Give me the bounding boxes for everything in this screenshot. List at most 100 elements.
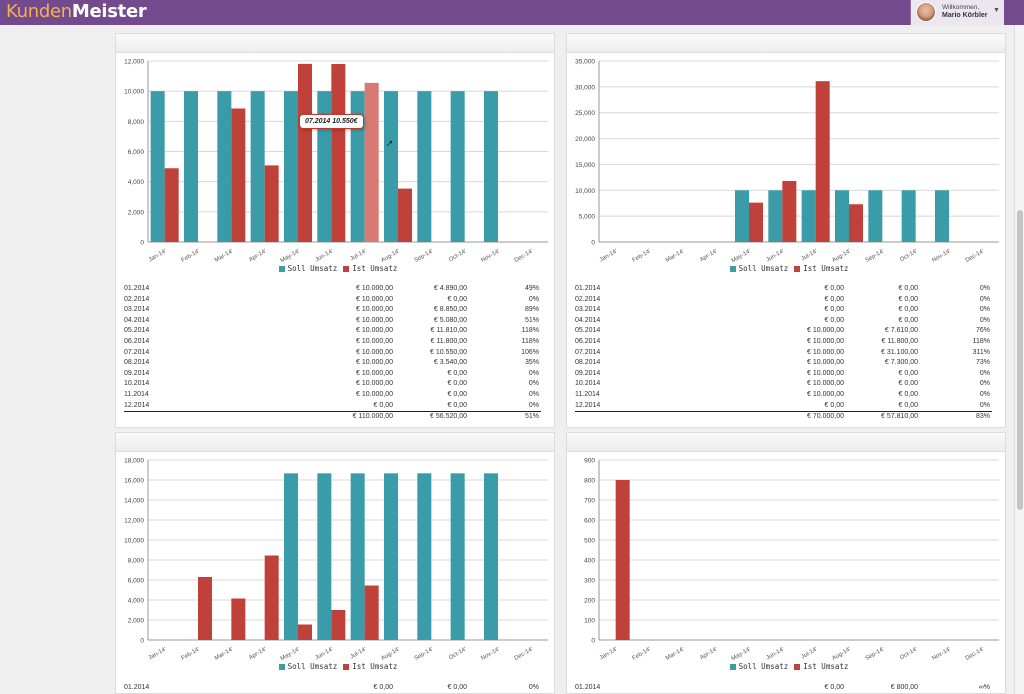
bar-ist-4[interactable] (264, 555, 279, 641)
table-cell: 83% (922, 411, 992, 423)
table-cell: 05.2014 (575, 327, 601, 335)
table-row: 09.2014 € 10.000,00 € 0,00 0% (124, 369, 541, 380)
bar-ist-7[interactable] (364, 585, 379, 641)
x-tick-label: Jul-14' (801, 647, 819, 661)
table-cell: 76% (975, 327, 990, 335)
top-bar: KundenMeister Willkommen, Mario Körbler … (0, 0, 1024, 25)
y-tick-label: 12,000 (124, 59, 144, 66)
x-tick-label: Apr-14' (699, 249, 719, 264)
bar-ist-5[interactable] (298, 63, 312, 243)
bar-chart: 0 5,000 10,000 15,000 20,000 25,000 30,000 35,0… (575, 59, 999, 264)
bar-ist-3[interactable] (231, 108, 246, 242)
table-cell: 04.2014 (575, 316, 601, 324)
table-row: 08.2014 € 10.000,00 € 7.300,00 73% (575, 358, 992, 369)
x-tick-label: Jun-14' (765, 249, 785, 264)
table-cell: € 0,00 (898, 316, 918, 324)
app-logo[interactable]: KundenMeister (6, 1, 147, 23)
panel-revenue-4: 0 100 200 300 400 500 600 700 800 900 Jan-14' Feb-1… (566, 432, 1006, 694)
bar-soll-5[interactable] (735, 190, 749, 242)
bar-soll-9[interactable] (417, 473, 432, 640)
bar-ist-1[interactable] (615, 480, 630, 640)
table-cell: € 11.810,00 (430, 327, 467, 335)
bar-ist-1[interactable] (164, 168, 179, 242)
table-cell: 01.2014 (124, 285, 150, 292)
table-cell: € 10.000,00 (807, 327, 844, 335)
table-cell: € 0,00 (373, 401, 393, 409)
table-cell: € 56.520,00 (401, 411, 471, 423)
bar-ist-5[interactable] (298, 624, 312, 641)
table-cell: € 800,00 (890, 684, 918, 691)
bar-ist-5[interactable] (749, 202, 763, 242)
user-menu[interactable]: Willkommen, Mario Körbler ▼ (910, 0, 1004, 25)
page-scrollbar[interactable] (1014, 25, 1024, 694)
bar-soll-8[interactable] (835, 190, 849, 242)
table-row: 03.2014 € 0,00 € 0,00 0% (575, 305, 992, 316)
table-cell: 0% (979, 401, 990, 409)
bar-soll-3[interactable] (217, 91, 232, 242)
chart-legend: Soll Umsatz Ist Umsatz (116, 264, 554, 273)
table-cell: € 0,00 (447, 295, 467, 303)
bar-soll-9[interactable] (417, 91, 432, 242)
bar-soll-7[interactable] (350, 473, 365, 640)
table-cell: 08.2014 (124, 359, 150, 367)
bar-soll-2[interactable] (184, 91, 198, 242)
y-tick-label: 8,000 (128, 119, 145, 126)
bar-soll-5[interactable] (284, 91, 298, 242)
legend-swatch-ist (343, 663, 350, 670)
y-tick-label: 25,000 (575, 110, 595, 117)
y-tick-label: 14,000 (124, 498, 144, 505)
bar-ist-6[interactable] (331, 64, 346, 242)
bar-soll-5[interactable] (284, 473, 298, 640)
bar-soll-4[interactable] (250, 91, 265, 242)
bar-soll-8[interactable] (384, 473, 398, 640)
chevron-down-icon[interactable]: ▼ (993, 7, 1000, 14)
table-cell: 03.2014 (575, 306, 601, 314)
table-row: 02.2014 € 0,00 € 0,00 0% (575, 295, 992, 306)
panel-revenue-2: 0 5,000 10,000 15,000 20,000 25,000 30,000 35,0… (566, 33, 1006, 428)
table-cell: 0% (528, 684, 539, 691)
legend-label-soll: Soll Umsatz (287, 662, 338, 671)
bar-ist-7[interactable] (364, 82, 379, 242)
table-row: 03.2014 € 10.000,00 € 8.850,00 89% (124, 305, 541, 316)
bar-ist-7[interactable] (815, 81, 830, 242)
bar-soll-11[interactable] (484, 473, 498, 640)
bar-soll-11[interactable] (484, 91, 498, 242)
x-tick-label: Feb-14' (181, 249, 201, 264)
y-tick-label: 900 (584, 458, 595, 465)
y-tick-label: 0 (140, 240, 144, 247)
scrollbar-thumb[interactable] (1017, 210, 1023, 510)
x-tick-label: Oct-14' (899, 647, 919, 662)
table-cell: 09.2014 (575, 369, 601, 377)
bar-ist-3[interactable] (231, 598, 246, 641)
bar-soll-6[interactable] (317, 473, 332, 640)
bar-soll-9[interactable] (868, 190, 883, 242)
bar-soll-10[interactable] (901, 190, 916, 242)
bar-ist-4[interactable] (264, 165, 279, 242)
bar-soll-6[interactable] (768, 190, 783, 242)
bar-soll-11[interactable] (935, 190, 949, 242)
table-cell: 118% (521, 327, 539, 335)
table-cell: 06.2014 (575, 337, 601, 345)
bar-soll-8[interactable] (384, 91, 398, 242)
table-cell: 11.2014 (575, 390, 600, 398)
y-tick-label: 20,000 (575, 136, 595, 143)
x-tick-label: Feb-14' (632, 647, 652, 662)
bar-soll-10[interactable] (450, 91, 465, 242)
table-cell: 09.2014 (124, 369, 150, 377)
x-tick-label: Aug-14' (380, 647, 401, 662)
table-cell: € 10.000,00 (356, 337, 393, 345)
x-tick-label: Sep-14' (414, 249, 435, 264)
bar-ist-8[interactable] (849, 204, 863, 242)
bar-soll-1[interactable] (150, 91, 165, 242)
bar-ist-6[interactable] (331, 610, 346, 640)
bar-soll-7[interactable] (801, 190, 816, 242)
bar-ist-8[interactable] (398, 188, 412, 242)
table-row: 12.2014 € 0,00 € 0,00 0% (575, 401, 992, 412)
y-tick-label: 800 (584, 478, 595, 485)
bar-soll-10[interactable] (450, 473, 465, 640)
table-row: 06.2014 € 10.000,00 € 11.800,00 118% (575, 337, 992, 348)
bar-ist-6[interactable] (782, 180, 797, 242)
bar-ist-2[interactable] (198, 577, 212, 640)
logo-part-1: Kunden (6, 1, 72, 22)
table-row: 05.2014 € 10.000,00 € 11.810,00 118% (124, 326, 541, 337)
